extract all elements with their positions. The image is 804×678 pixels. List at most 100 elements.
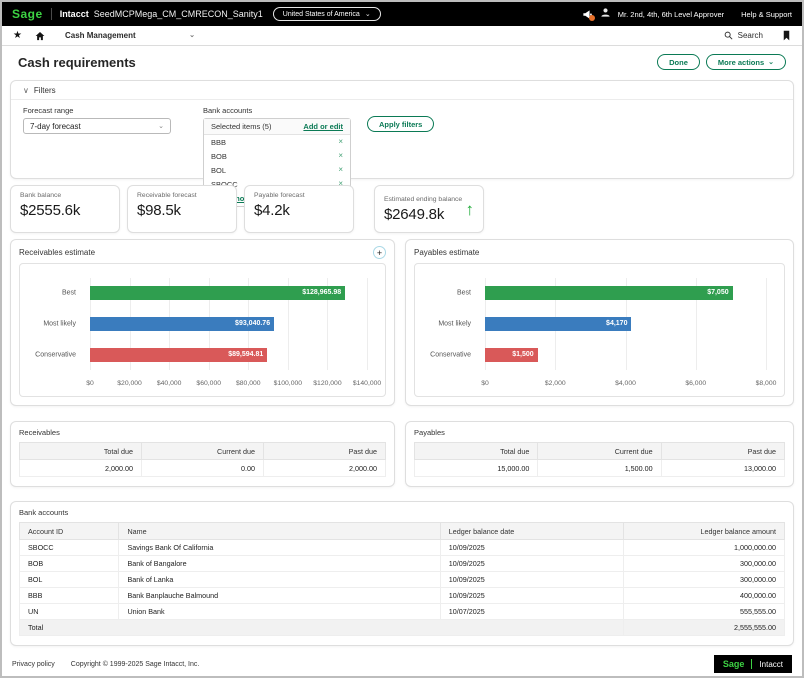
payables-estimate-card: Payables estimate Best Most likely Conserv… bbox=[405, 239, 794, 406]
table-row: 15,000.00 1,500.00 13,000.00 bbox=[415, 460, 785, 477]
total-value: 2,555,555.00 bbox=[624, 620, 785, 636]
copyright-text: Copyright © 1999-2025 Sage Intacct, Inc. bbox=[71, 661, 200, 668]
sage-intacct-logo: Sage Intacct bbox=[714, 655, 792, 673]
remove-item-icon[interactable]: × bbox=[338, 166, 343, 174]
table-title: Receivables bbox=[19, 428, 386, 437]
cell: Bank of Bangalore bbox=[119, 556, 440, 572]
chart-title: Receivables estimate bbox=[19, 248, 95, 257]
gridline bbox=[367, 278, 368, 370]
bar-row: $7,050 bbox=[485, 286, 766, 300]
entity-selector[interactable]: United States of America ⌄ bbox=[273, 7, 381, 21]
footer: Privacy policy Copyright © 1999-2025 Sag… bbox=[2, 652, 802, 676]
payables-summary-card: Payables Total due Current due Past due … bbox=[405, 421, 794, 487]
column-header: Account ID bbox=[20, 523, 119, 540]
search-icon[interactable] bbox=[724, 27, 733, 45]
home-icon[interactable] bbox=[35, 31, 45, 41]
company-name: SeedMCPMega_CM_CMRECON_Sanity1 bbox=[94, 9, 263, 19]
cell: 400,000.00 bbox=[624, 588, 785, 604]
help-support-link[interactable]: Help & Support bbox=[741, 10, 792, 19]
bank-accounts-table: Account ID Name Ledger balance date Ledg… bbox=[19, 522, 785, 636]
total-due-value: 2,000.00 bbox=[20, 460, 142, 477]
cell: UN bbox=[20, 604, 119, 620]
cell: 300,000.00 bbox=[624, 572, 785, 588]
category-label: Most likely bbox=[43, 321, 76, 328]
x-tick-label: $120,000 bbox=[313, 380, 341, 387]
chevron-down-icon: ⌄ bbox=[365, 11, 371, 18]
apply-filters-button[interactable]: Apply filters bbox=[367, 116, 434, 132]
bar-best: $128,965.98 bbox=[90, 286, 345, 300]
app-window: Sage Intacct SeedMCPMega_CM_CMRECON_Sani… bbox=[0, 0, 804, 678]
cell: SBOCC bbox=[20, 540, 119, 556]
user-menu[interactable]: Mr. 2nd, 4th, 6th Level Approver bbox=[618, 10, 724, 19]
receivables-summary-table: Total due Current due Past due 2,000.00 … bbox=[19, 442, 386, 477]
filters-toggle[interactable]: ∨ Filters bbox=[11, 81, 793, 100]
announcements-icon[interactable] bbox=[582, 9, 593, 20]
x-tick-label: $0 bbox=[481, 380, 489, 387]
favorites-star-icon[interactable]: ★ bbox=[13, 31, 22, 41]
x-axis-labels: $0$2,000$4,000$6,000$8,000 bbox=[485, 380, 766, 389]
category-label: Most likely bbox=[438, 321, 471, 328]
chevron-down-icon: ⌄ bbox=[189, 32, 195, 39]
top-bar: Sage Intacct SeedMCPMega_CM_CMRECON_Sani… bbox=[2, 2, 802, 26]
column-header: Past due bbox=[661, 443, 784, 460]
column-header: Ledger balance date bbox=[440, 523, 624, 540]
kpi-card-payable-forecast: Payable forecast $4.2k bbox=[244, 185, 354, 233]
payables-summary-table: Total due Current due Past due 15,000.00… bbox=[414, 442, 785, 477]
current-due-value: 1,500.00 bbox=[538, 460, 661, 477]
receivables-estimate-card: Receivables estimate + BestMost likelyCo… bbox=[10, 239, 395, 406]
total-label: Total bbox=[20, 620, 624, 636]
plot-area: $128,965.98$93,040.76$89,594.81 bbox=[90, 278, 367, 370]
table-title: Bank accounts bbox=[19, 508, 785, 517]
app-menu-label: Cash Management bbox=[65, 31, 136, 40]
cell: 10/09/2025 bbox=[440, 540, 624, 556]
add-chart-icon[interactable]: + bbox=[373, 246, 386, 259]
past-due-value: 2,000.00 bbox=[264, 460, 386, 477]
kpi-label: Bank balance bbox=[20, 192, 110, 199]
kpi-main: Estimated ending balance $2649.8k bbox=[384, 196, 466, 223]
chevron-down-icon: ∨ bbox=[23, 87, 29, 95]
bar-value-label: $128,965.98 bbox=[302, 286, 341, 300]
cell: Savings Bank Of California bbox=[119, 540, 440, 556]
remove-item-icon[interactable]: × bbox=[338, 138, 343, 146]
forecast-range-select[interactable]: 7-day forecast ⌄ bbox=[23, 118, 171, 134]
table-title: Payables bbox=[414, 428, 785, 437]
divider bbox=[51, 8, 52, 20]
receivables-estimate-chart: BestMost likelyConservative$128,965.98$9… bbox=[19, 263, 386, 397]
privacy-policy-link[interactable]: Privacy policy bbox=[12, 661, 55, 668]
x-tick-label: $140,000 bbox=[353, 380, 381, 387]
cell: BOL bbox=[20, 572, 119, 588]
x-tick-label: $4,000 bbox=[615, 380, 636, 387]
nav-bar: ★ Cash Management ⌄ Search bbox=[2, 26, 802, 46]
topbar-right: Mr. 2nd, 4th, 6th Level Approver Help & … bbox=[582, 5, 792, 23]
cell: BBB bbox=[20, 588, 119, 604]
done-button[interactable]: Done bbox=[657, 54, 700, 70]
more-actions-button[interactable]: More actions ⌄ bbox=[706, 54, 786, 70]
cell: 300,000.00 bbox=[624, 556, 785, 572]
chart-title: Payables estimate bbox=[414, 248, 479, 257]
filters-panel: ∨ Filters Forecast range 7-day forecast … bbox=[10, 80, 794, 179]
bookmark-icon[interactable] bbox=[782, 30, 791, 41]
category-label: Conservative bbox=[430, 351, 471, 358]
bar-most-likely: $4,170 bbox=[485, 317, 631, 331]
cell: 10/09/2025 bbox=[440, 588, 624, 604]
remove-item-icon[interactable]: × bbox=[338, 152, 343, 160]
more-actions-label: More actions bbox=[718, 58, 764, 67]
category-label: Best bbox=[457, 290, 471, 297]
add-or-edit-link[interactable]: Add or edit bbox=[303, 122, 343, 131]
kpi-label: Receivable forecast bbox=[137, 192, 227, 199]
column-header: Total due bbox=[415, 443, 538, 460]
chevron-down-icon: ⌄ bbox=[158, 123, 164, 130]
payables-estimate-chart: Best Most likely Conservative $7,050 $4,170 $… bbox=[414, 263, 785, 397]
gridline bbox=[766, 278, 767, 370]
table-row: BOLBank of Lanka10/09/2025300,000.00 bbox=[20, 572, 785, 588]
search-label[interactable]: Search bbox=[738, 31, 763, 40]
column-header: Past due bbox=[264, 443, 386, 460]
cell: BOB bbox=[20, 556, 119, 572]
kpi-label: Estimated ending balance bbox=[384, 196, 466, 203]
app-menu-cash-management[interactable]: Cash Management ⌄ bbox=[65, 31, 195, 40]
cell: 1,000,000.00 bbox=[624, 540, 785, 556]
bar-value-label: $1,500 bbox=[512, 348, 533, 362]
cell: Bank Banplauche Balmound bbox=[119, 588, 440, 604]
table-row: SBOCCSavings Bank Of California10/09/202… bbox=[20, 540, 785, 556]
table-row: 2,000.00 0.00 2,000.00 bbox=[20, 460, 386, 477]
